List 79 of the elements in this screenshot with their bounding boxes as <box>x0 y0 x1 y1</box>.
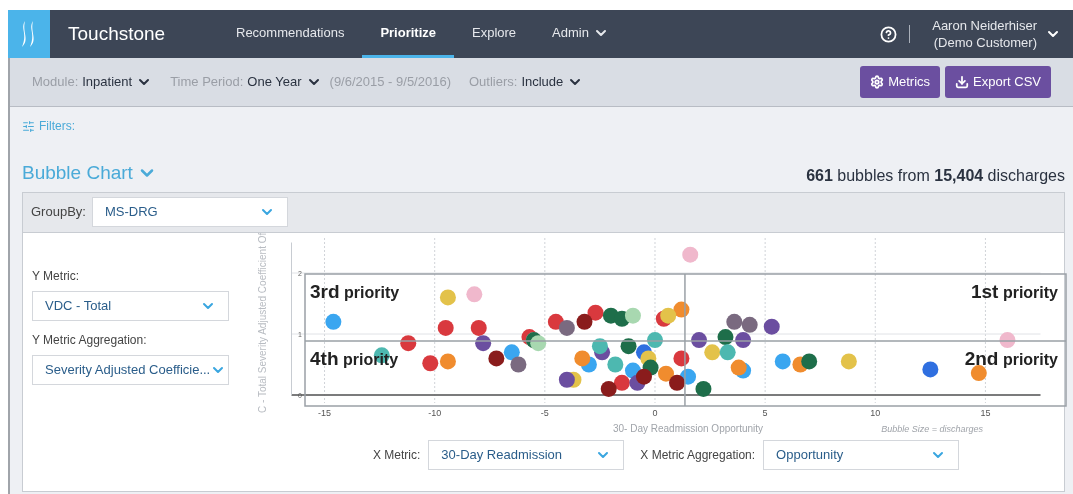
point <box>669 374 686 391</box>
point <box>613 374 630 391</box>
point <box>763 318 780 335</box>
export-button[interactable]: Export CSV <box>945 66 1051 98</box>
x-tick-label: -10 <box>428 407 442 418</box>
x-tick-label: 0 <box>652 407 658 418</box>
point <box>439 288 456 305</box>
metric-label: Y Metric Aggregation: <box>32 331 148 349</box>
metric-label: X Metric: <box>373 446 421 464</box>
metric-select[interactable]: Opportunity <box>763 439 960 470</box>
filter-selector[interactable]: Time Period: One Year <box>170 72 322 92</box>
settings-icon <box>870 75 885 89</box>
point <box>726 313 743 330</box>
date-range: (9/6/2015 - 9/5/2016) <box>329 73 451 92</box>
metric-select[interactable]: Severity Adjusted Coefficie... <box>32 354 229 385</box>
point <box>922 360 939 377</box>
nav-tab[interactable]: Explore <box>454 10 535 58</box>
filter-selector[interactable]: Module: Inpatient <box>32 72 153 92</box>
user-org: (Demo Customer) <box>933 34 1037 51</box>
x-tick-label: 5 <box>762 407 768 418</box>
point <box>510 356 527 372</box>
point <box>635 368 652 385</box>
point <box>422 354 439 371</box>
point <box>488 349 505 366</box>
point <box>503 343 520 360</box>
priority-label: 2nd priority <box>964 347 1058 369</box>
point <box>325 313 342 330</box>
point <box>470 319 487 336</box>
bubble-count-summary: 661 bubbles from 15,404 discharges <box>806 165 1065 186</box>
point <box>607 356 624 372</box>
filter-selector[interactable]: Outliers: Include <box>469 72 584 92</box>
priority-label: 1st priority <box>970 280 1058 302</box>
metric-select[interactable]: VDC - Total <box>32 290 229 321</box>
nav-tab[interactable]: Recommendations <box>218 10 363 58</box>
point <box>704 343 721 360</box>
point <box>658 365 674 382</box>
point <box>730 359 747 376</box>
point <box>660 307 677 324</box>
metrics-button[interactable]: Metrics <box>860 66 941 98</box>
user-name: Aaron Neiderhiser <box>932 17 1037 34</box>
x-axis-title: 30- Day Readmission Opportunity <box>613 422 764 434</box>
point <box>587 304 604 321</box>
point <box>801 352 818 369</box>
point <box>439 352 456 369</box>
user-menu[interactable]: Aaron Neiderhiser (Demo Customer) <box>932 17 1061 51</box>
point <box>558 319 575 336</box>
logo-icon <box>8 10 50 58</box>
metric-label: Y Metric: <box>32 267 81 285</box>
point <box>719 343 736 360</box>
brand-name: Touchstone <box>68 21 167 46</box>
point <box>624 307 641 324</box>
point <box>682 246 699 263</box>
help-icon[interactable] <box>880 25 898 43</box>
metric-select[interactable]: 30-Day Readmission <box>428 439 625 470</box>
x-tick-label: 15 <box>980 407 991 418</box>
point <box>437 319 454 336</box>
point <box>840 352 857 369</box>
priority-label: 4th priority <box>310 347 399 369</box>
priority-label: 3rd priority <box>310 280 400 302</box>
point <box>695 380 712 397</box>
groupby-label: GroupBy: <box>31 203 86 222</box>
point <box>970 364 987 381</box>
nav-tab[interactable]: Admin <box>534 10 627 58</box>
y-axis-title: C - Total Severity Adjusted Coefficient Of <box>257 232 268 413</box>
point <box>741 316 758 333</box>
point <box>576 313 593 330</box>
x-tick-label: -15 <box>318 407 332 418</box>
download-icon <box>955 75 970 89</box>
bubble-size-note: Bubble Size = discharges <box>881 423 983 434</box>
x-tick-label: 10 <box>870 407 881 418</box>
metric-label: X Metric Aggregation: <box>640 446 756 464</box>
point <box>774 352 791 369</box>
point <box>574 349 591 366</box>
point <box>558 371 575 388</box>
point <box>466 285 483 302</box>
sliders-icon <box>22 119 35 133</box>
groupby-select[interactable]: MS-DRG <box>91 197 288 227</box>
x-tick-label: -5 <box>540 407 549 418</box>
point <box>600 380 617 397</box>
